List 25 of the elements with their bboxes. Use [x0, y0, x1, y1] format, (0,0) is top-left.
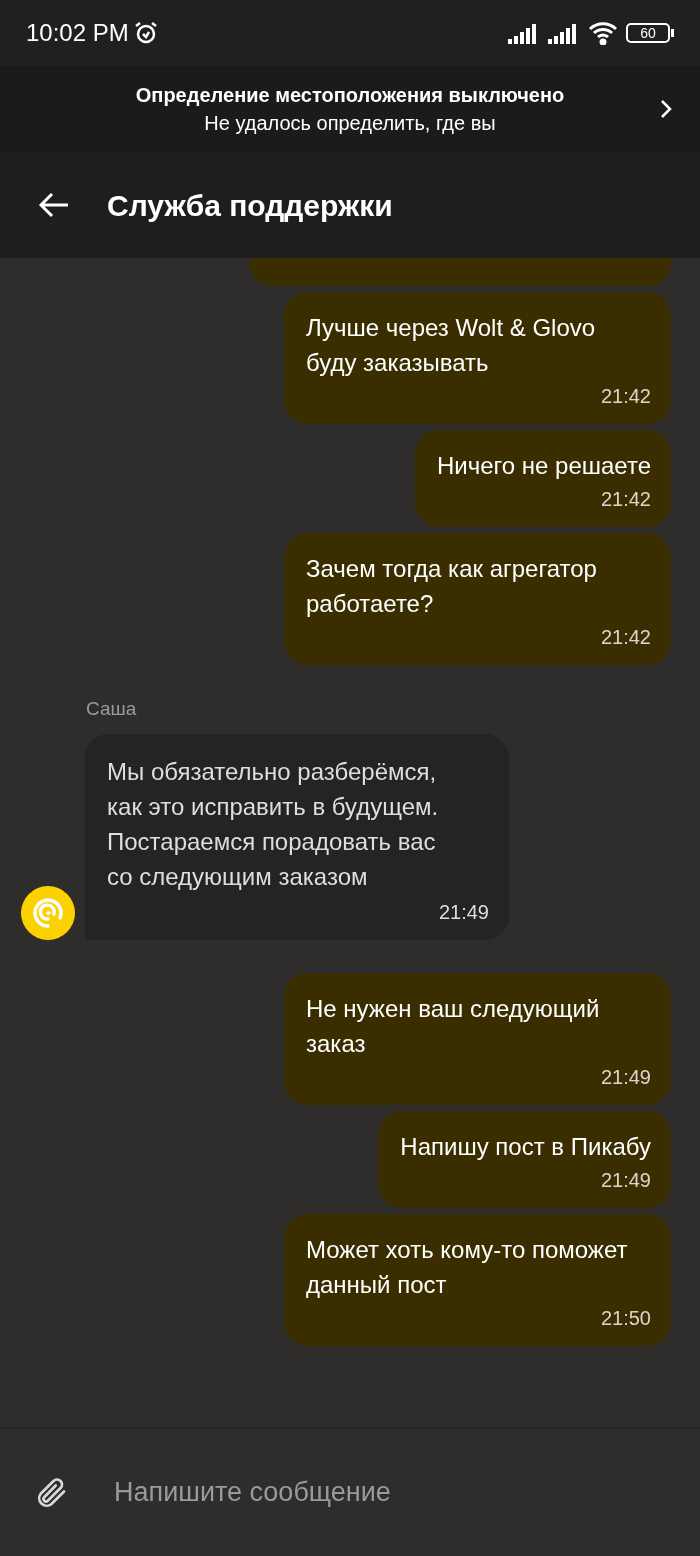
- chevron-right-icon: [660, 99, 672, 119]
- message-text: Напишу пост в Пикабу: [400, 1131, 651, 1162]
- message-time: 21:49: [600, 1064, 651, 1090]
- wifi-icon: [588, 21, 618, 45]
- message-text: Мы обязательно разберёмся, как это исправить в будущем. Постараемся порадовать вас со следующим заказом: [107, 756, 440, 892]
- message-time: 21:50: [600, 1305, 651, 1331]
- message-time: 21:42: [600, 625, 651, 650]
- message-time: 21:49: [438, 899, 489, 925]
- message-time: 21:42: [600, 384, 651, 409]
- avatar-icon: [21, 885, 75, 940]
- banner-title: Определение местоположения выключено: [135, 83, 565, 108]
- sender-name: Саша: [86, 697, 138, 721]
- message-input[interactable]: Напишите сообщение: [114, 1472, 670, 1513]
- message-time: 21:49: [600, 1167, 651, 1193]
- back-arrow-icon[interactable]: [38, 192, 70, 218]
- chat-title: Служба поддержки: [107, 187, 393, 224]
- message-text: Зачем тогда как агрегатор работаете?: [306, 554, 598, 619]
- message-text: Лучше через Wolt & Glovo буду заказывать: [306, 313, 597, 378]
- message-time: 21:42: [600, 487, 651, 512]
- location-banner[interactable]: Определение местоположения выключено Не удалось определить, где вы: [0, 66, 700, 152]
- banner-subtitle: Не удалось определить, где вы: [204, 111, 496, 136]
- message-text: Ничего не решаете: [436, 451, 651, 481]
- message-text: Может хоть кому-то поможет данный пост: [306, 1234, 629, 1300]
- clock-time: 10:02 PM: [26, 18, 129, 48]
- message-text: Не нужен ваш следующий заказ: [306, 993, 601, 1059]
